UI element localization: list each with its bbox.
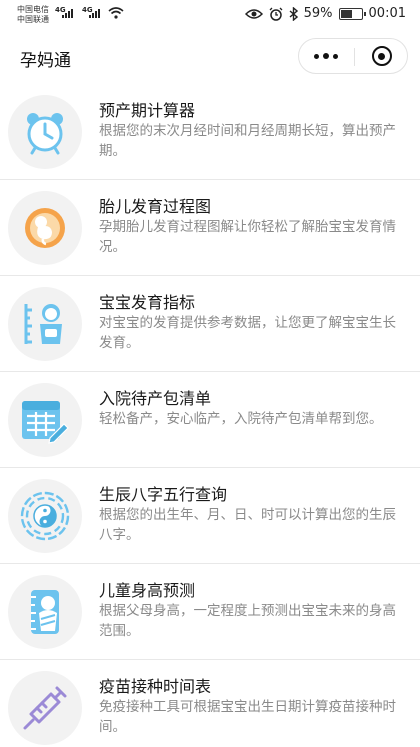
item-title: 胎儿发育过程图 xyxy=(99,197,212,216)
nav-bar: 孕妈通 xyxy=(0,32,420,84)
list-item[interactable]: 疫苗接种时间表 免疫接种工具可根据宝宝出生日期计算疫苗接种时间。 xyxy=(0,660,420,747)
checklist-icon xyxy=(22,401,69,444)
status-bar: 中国电信 中国联通 4G 4G 59% 00:01 xyxy=(0,0,420,32)
item-title: 入院待产包清单 xyxy=(99,389,212,408)
close-button[interactable] xyxy=(355,39,408,73)
item-icon-bg xyxy=(8,671,82,745)
wifi-icon xyxy=(108,7,124,19)
more-dots-icon xyxy=(314,53,338,59)
signal-icon xyxy=(62,9,73,18)
more-button[interactable] xyxy=(299,39,353,73)
item-description: 孕期胎儿发育过程图解让你轻松了解胎宝宝发育情况。 xyxy=(99,219,396,255)
item-title: 宝宝发育指标 xyxy=(99,293,196,312)
item-title: 预产期计算器 xyxy=(99,101,196,120)
item-icon-bg xyxy=(8,95,82,169)
carrier-2: 中国联通 xyxy=(17,15,49,24)
clock-time: 00:01 xyxy=(368,6,406,21)
tool-list: 预产期计算器 根据您的末次月经时间和月经周期长短，算出预产期。 胎儿发育过程图 … xyxy=(0,84,420,747)
alarm-icon xyxy=(269,7,283,21)
item-description: 根据您的出生年、月、日、时可以计算出您的生辰八字。 xyxy=(99,507,396,543)
swaddled-baby-icon xyxy=(31,590,59,634)
item-icon-bg xyxy=(8,479,82,553)
item-description: 轻松备产，安心临产，入院待产包清单帮到您。 xyxy=(99,411,383,427)
signal-icon xyxy=(89,9,100,18)
item-icon-bg xyxy=(8,383,82,457)
item-description: 根据父母身高，一定程度上预测出宝宝未来的身高范围。 xyxy=(99,603,396,639)
carrier-labels: 中国电信 中国联通 xyxy=(17,5,49,25)
list-item[interactable]: 儿童身高预测 根据父母身高，一定程度上预测出宝宝未来的身高范围。 xyxy=(0,564,420,660)
battery-icon xyxy=(338,7,366,20)
baby-height-icon xyxy=(24,304,62,344)
list-item[interactable]: 胎儿发育过程图 孕期胎儿发育过程图解让你轻松了解胎宝宝发育情况。 xyxy=(0,180,420,276)
item-icon-bg xyxy=(8,575,82,649)
list-item[interactable]: 入院待产包清单 轻松备产，安心临产，入院待产包清单帮到您。 xyxy=(0,372,420,468)
carrier-1: 中国电信 xyxy=(17,5,49,14)
fetus-icon xyxy=(25,208,65,248)
item-title: 生辰八字五行查询 xyxy=(99,485,228,504)
syringe-icon xyxy=(23,686,67,730)
list-item[interactable]: 生辰八字五行查询 根据您的出生年、月、日、时可以计算出您的生辰八字。 xyxy=(0,468,420,564)
item-title: 儿童身高预测 xyxy=(99,581,196,600)
list-item[interactable]: 宝宝发育指标 对宝宝的发育提供参考数据，让您更了解宝宝生长发育。 xyxy=(0,276,420,372)
item-description: 根据您的末次月经时间和月经周期长短，算出预产期。 xyxy=(99,123,396,159)
page-title: 孕妈通 xyxy=(20,51,71,71)
item-icon-bg xyxy=(8,287,82,361)
bluetooth-icon xyxy=(289,6,298,21)
miniprogram-capsule xyxy=(298,38,408,74)
item-title: 疫苗接种时间表 xyxy=(99,677,212,696)
list-item[interactable]: 预产期计算器 根据您的末次月经时间和月经周期长短，算出预产期。 xyxy=(0,84,420,180)
eye-icon xyxy=(244,8,263,19)
item-description: 对宝宝的发育提供参考数据，让您更了解宝宝生长发育。 xyxy=(99,315,396,351)
alarm-clock-icon xyxy=(27,113,63,155)
close-miniprogram-icon xyxy=(371,46,392,66)
item-description: 免疫接种工具可根据宝宝出生日期计算疫苗接种时间。 xyxy=(99,699,396,735)
battery-percent: 59% xyxy=(303,6,333,21)
bagua-icon xyxy=(20,491,70,541)
item-icon-bg xyxy=(8,191,82,265)
